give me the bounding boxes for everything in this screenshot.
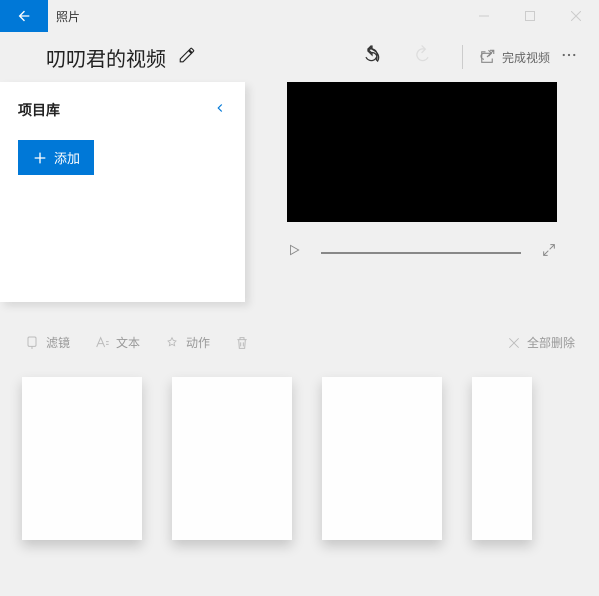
titlebar: 照片 [0,0,599,32]
play-icon [287,243,301,257]
undo-icon [362,45,382,65]
fullscreen-button[interactable] [541,242,557,263]
storyboard-clip[interactable] [172,377,292,540]
library-title: 项目库 [18,100,60,120]
filter-button[interactable]: 滤镜 [16,330,78,355]
pencil-icon [178,46,196,64]
trash-icon [234,335,250,351]
video-preview[interactable] [287,82,557,222]
plus-icon [32,150,48,166]
close-button[interactable] [553,0,599,32]
add-button[interactable]: 添加 [18,140,94,175]
maximize-icon [525,11,535,21]
divider [462,45,463,69]
arrow-left-icon [16,8,32,24]
minimize-icon [479,11,489,21]
text-button[interactable]: 文本 [86,330,148,355]
finish-video-button[interactable]: 完成视频 [478,48,550,66]
motion-label: 动作 [186,334,210,351]
motion-icon [164,335,180,351]
add-button-label: 添加 [54,148,80,167]
storyboard-clip[interactable] [322,377,442,540]
delete-all-button[interactable]: 全部删除 [499,330,583,355]
delete-button[interactable] [226,331,264,355]
progress-bar[interactable] [321,252,521,254]
redo-icon [412,45,432,65]
storyboard [0,367,599,550]
filter-label: 滤镜 [46,334,70,351]
play-button[interactable] [287,243,301,262]
minimize-button[interactable] [461,0,507,32]
main-area: 项目库 添加 [0,82,599,302]
storyboard-clip[interactable] [472,377,532,540]
close-icon [507,336,521,350]
text-label: 文本 [116,334,140,351]
library-panel: 项目库 添加 [0,82,245,302]
maximize-button[interactable] [507,0,553,32]
text-icon [94,335,110,351]
more-button[interactable] [560,46,578,69]
expand-icon [541,242,557,258]
delete-all-label: 全部删除 [527,334,575,351]
more-icon [560,46,578,64]
app-title: 照片 [48,8,80,25]
redo-button[interactable] [412,45,432,70]
finish-video-label: 完成视频 [502,49,550,66]
motion-button[interactable]: 动作 [156,330,218,355]
playback-controls [287,242,557,263]
chevron-left-icon [213,101,227,115]
undo-button[interactable] [362,45,382,70]
close-icon [571,11,581,21]
library-header: 项目库 [18,100,227,120]
filter-icon [24,335,40,351]
export-icon [478,48,496,66]
edit-title-button[interactable] [178,46,196,69]
clip-toolbar: 滤镜 文本 动作 全部删除 [0,302,599,367]
project-title: 叨叨君的视频 [46,43,166,72]
back-button[interactable] [0,0,48,32]
storyboard-clip[interactable] [22,377,142,540]
preview-area [245,82,599,302]
collapse-library-button[interactable] [213,101,227,120]
window-controls [461,0,599,32]
header: 叨叨君的视频 完成视频 [0,32,599,82]
